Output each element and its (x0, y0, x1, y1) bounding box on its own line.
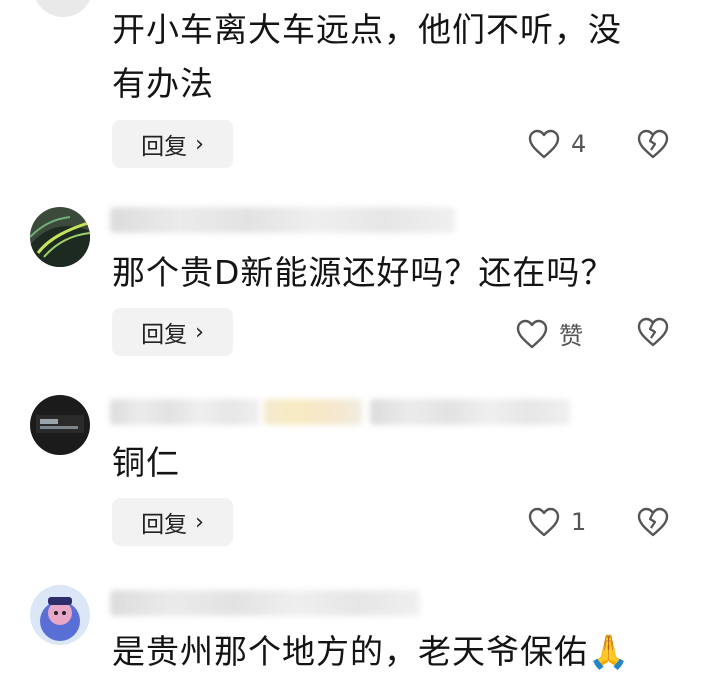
dislike-button[interactable] (636, 506, 670, 538)
like-button[interactable]: 1 (527, 506, 586, 538)
heart-outline-icon (528, 507, 560, 537)
like-count: 1 (571, 508, 587, 536)
avatar[interactable] (30, 395, 90, 455)
avatar[interactable] (30, 207, 90, 267)
reply-label: 回复 (141, 512, 188, 538)
comment-text: 有办法 (112, 64, 214, 103)
comment-text: 是贵州那个地方的，老天爷保佑🙏 (112, 632, 631, 671)
like-label: 赞 (559, 322, 583, 350)
heart-outline-icon (528, 129, 560, 159)
username-blurred[interactable] (110, 399, 260, 425)
broken-heart-icon (637, 129, 669, 159)
avatar-image (30, 207, 90, 267)
broken-heart-icon (637, 507, 669, 537)
username-blurred[interactable] (264, 399, 362, 425)
broken-heart-icon (637, 317, 669, 347)
reply-button[interactable]: 回复 › (112, 308, 233, 356)
avatar[interactable] (30, 585, 90, 645)
chevron-right-icon: › (195, 319, 204, 345)
chevron-right-icon: › (195, 131, 204, 157)
reply-label: 回复 (141, 134, 188, 160)
comment-text: 那个贵D新能源还好吗？还在吗？ (112, 253, 615, 292)
comment-list: 开小车离大车远点，他们不听，没 有办法 回复 › 4 那个贵D新能源还好吗？还在… (0, 0, 713, 681)
avatar[interactable] (33, 0, 93, 17)
dislike-button[interactable] (636, 128, 670, 160)
like-button[interactable]: 赞 (515, 316, 583, 351)
reply-button[interactable]: 回复 › (112, 120, 233, 168)
avatar-image (30, 585, 90, 645)
like-button[interactable]: 4 (527, 128, 586, 160)
username-blurred[interactable] (110, 207, 455, 233)
reply-button[interactable]: 回复 › (112, 498, 233, 546)
reply-label: 回复 (141, 322, 188, 348)
comment-text: 开小车离大车远点，他们不听，没 (112, 10, 622, 49)
chevron-right-icon: › (195, 509, 204, 535)
username-blurred[interactable] (110, 590, 420, 616)
avatar-image (30, 395, 90, 455)
heart-outline-icon (516, 319, 548, 348)
dislike-button[interactable] (636, 316, 670, 348)
comment-text: 铜仁 (112, 443, 180, 482)
username-blurred[interactable] (370, 399, 570, 425)
like-count: 4 (571, 130, 587, 158)
